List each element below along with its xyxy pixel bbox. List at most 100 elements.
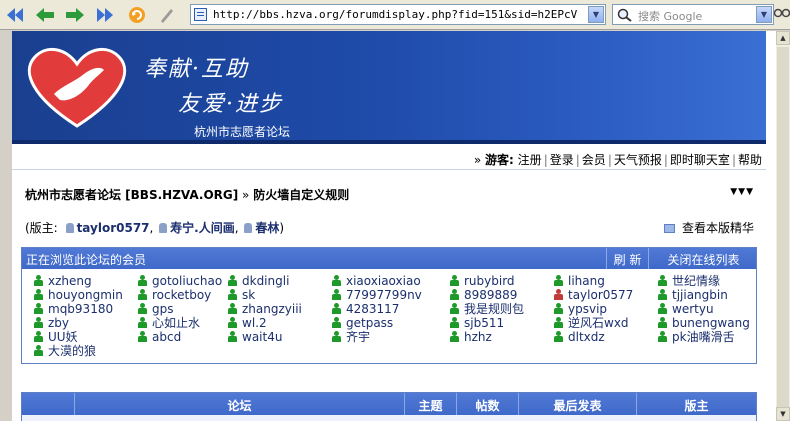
online-user-name: dkdingli [242,274,290,288]
close-online-list-button[interactable]: 关闭在线列表 [648,248,758,269]
online-user-icon [332,317,341,328]
online-user-icon [228,331,237,342]
scroll-up-icon[interactable]: ▲ [776,31,790,45]
online-user-item[interactable]: zhangzyiii [228,302,302,316]
glasses-icon[interactable] [773,7,790,22]
online-user-item[interactable]: 心如止水 [138,316,200,330]
online-user-icon [658,275,667,286]
online-user-name: 大漠的狼 [48,344,97,358]
url-text[interactable]: http://bbs.hzva.org/forumdisplay.php?fid… [213,8,577,21]
online-user-item[interactable]: rocketboy [138,288,211,302]
online-members-header: 正在浏览此论坛的会员 刷 新 关闭在线列表 [22,248,756,269]
forum-col-last-post: 最后发表 [518,393,636,415]
back-icon[interactable] [4,4,26,26]
pen-icon[interactable] [156,4,178,26]
online-user-name: 世纪情缘 [672,274,721,288]
nav-members-link[interactable]: 会员 [582,153,606,167]
scroll-down-icon[interactable]: ▼ [776,407,790,421]
online-user-item[interactable]: UU妖 [34,330,78,344]
online-user-item[interactable]: zby [34,316,69,330]
scrollbar-thumb[interactable] [777,47,789,407]
online-user-item[interactable]: bunengwang [658,316,750,330]
online-user-item[interactable]: wl.2 [228,316,267,330]
online-user-item[interactable]: xiaoxiaoxiao [332,274,421,288]
forward-arrow-icon[interactable] [64,4,86,26]
online-user-item[interactable]: sk [228,288,255,302]
online-user-item[interactable]: houyongmin [34,288,123,302]
nav-chatroom-link[interactable]: 即时聊天室 [670,153,730,167]
online-user-item[interactable]: 4283117 [332,302,399,316]
online-user-icon [34,317,43,328]
nav-register-link[interactable]: 注册 [518,153,542,167]
breadcrumb-root-link[interactable]: 杭州市志愿者论坛 [BBS.HZVA.ORG] [25,188,238,202]
online-user-item[interactable]: 77997799nv [332,288,422,302]
online-user-item[interactable]: sjb511 [450,316,504,330]
online-user-item[interactable]: rubybird [450,274,515,288]
vertical-scrollbar[interactable]: ▲ ▼ [776,31,790,421]
online-user-icon [332,331,341,342]
nav-guillemet: » [473,153,486,167]
online-user-item[interactable]: 逆风石wxd [554,316,629,330]
online-user-icon [138,289,147,300]
online-user-item[interactable]: tjjiangbin [658,288,728,302]
address-dropdown-icon[interactable]: ▼ [588,6,604,23]
moderator-link[interactable]: taylor0577 [77,221,150,235]
online-user-item[interactable]: lihang [554,274,605,288]
thread-menu-triangles-icon[interactable]: ▼▼▼ [730,187,754,197]
refresh-button[interactable]: 刷 新 [606,248,648,269]
nav-weather-link[interactable]: 天气预报 [614,153,662,167]
address-bar[interactable]: http://bbs.hzva.org/forumdisplay.php?fid… [190,4,606,25]
moderator-link[interactable]: 寿宁.人间画 [170,221,235,235]
online-user-name: 我是规则包 [464,302,525,316]
online-user-name: rubybird [464,274,515,288]
online-user-item[interactable]: abcd [138,330,181,344]
forum-col-forum: 论坛 [74,393,404,415]
online-user-icon [554,303,563,314]
forum-banner: 奉献·互助 友爱·进步 杭州市志愿者论坛 [12,31,766,144]
search-box[interactable]: 搜索 Google ▼ [612,4,774,25]
online-user-item[interactable]: 齐宇 [332,330,370,344]
online-user-item[interactable]: wait4u [228,330,282,344]
online-user-name: dltxdz [568,330,605,344]
fast-forward-icon[interactable] [94,4,116,26]
search-dropdown-icon[interactable]: ▼ [756,6,772,23]
online-user-item[interactable]: getpass [332,316,393,330]
online-user-item[interactable]: taylor0577 [554,288,633,302]
online-user-item[interactable]: 8989889 [450,288,517,302]
online-user-item[interactable]: 世纪情缘 [658,274,720,288]
online-user-item[interactable]: pk油嘴滑舌 [658,330,735,344]
online-user-icon [450,331,459,342]
online-user-item[interactable]: ypsvip [554,302,607,316]
online-user-name: getpass [346,316,394,330]
forum-table-row [22,415,756,421]
online-members-panel: 正在浏览此论坛的会员 刷 新 关闭在线列表 xzheng gotoliuchao d… [21,247,757,364]
online-user-icon [228,289,237,300]
online-user-item[interactable]: xzheng [34,274,92,288]
breadcrumb: 杭州市志愿者论坛 [BBS.HZVA.ORG] » 防火墙自定义规则 [25,186,349,203]
reload-icon[interactable] [126,4,148,26]
online-user-name: wait4u [242,330,283,344]
online-user-item[interactable]: gps [138,302,174,316]
nav-login-link[interactable]: 登录 [550,153,574,167]
nav-help-link[interactable]: 帮助 [738,153,762,167]
online-user-name: 逆风石wxd [568,316,629,330]
back-arrow-icon[interactable] [34,4,56,26]
online-user-item[interactable]: 大漠的狼 [34,344,96,358]
view-essence-link[interactable]: 查看本版精华 [663,219,754,236]
online-user-name: wertyu [672,302,714,316]
online-user-name: houyongmin [48,288,123,302]
online-user-item[interactable]: 我是规则包 [450,302,524,316]
online-user-name: sjb511 [464,316,505,330]
banner-site-name: 杭州市志愿者论坛 [194,125,291,139]
page-viewport: 奉献·互助 友爱·进步 杭州市志愿者论坛 » 游客: 注册 | 登录 | 会员 | 天气预报… [12,31,776,421]
online-user-name: gps [152,302,174,316]
online-user-item[interactable]: gotoliuchao [138,274,222,288]
online-user-item[interactable]: dltxdz [554,330,605,344]
volunteer-heart-logo-icon [22,42,132,135]
moderator-link[interactable]: 春林 [255,221,279,235]
online-user-name: 8989889 [464,288,518,302]
online-user-item[interactable]: dkdingli [228,274,289,288]
online-user-item[interactable]: wertyu [658,302,714,316]
online-user-item[interactable]: hzhz [450,330,492,344]
online-user-item[interactable]: mqb93180 [34,302,113,316]
